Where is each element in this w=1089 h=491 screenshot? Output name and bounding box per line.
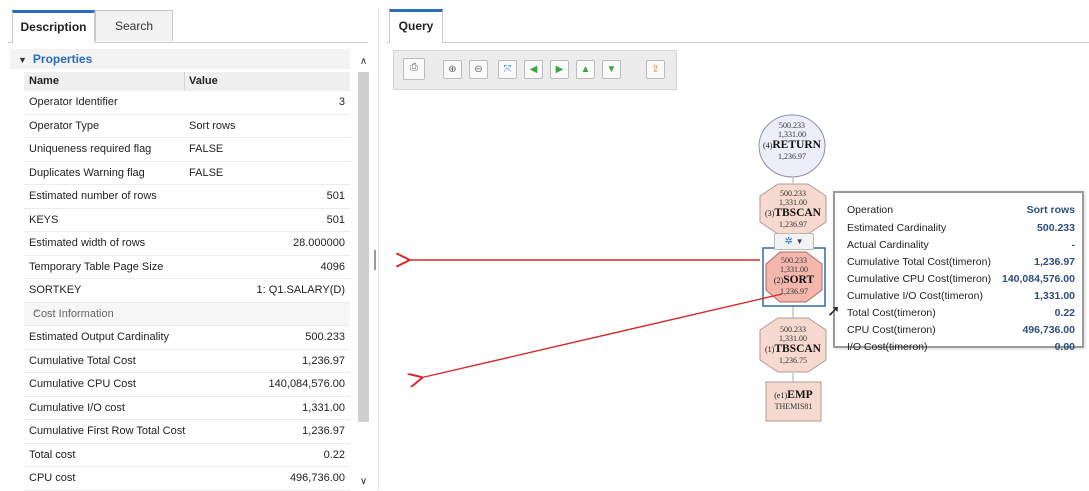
- annotation-arrow: [420, 293, 783, 378]
- gear-icon: ✲: [784, 236, 793, 247]
- node-tbscan-1-label: 500.233 1,331.00 (1)TBSCAN 1,236.75: [765, 325, 821, 365]
- tooltip-value: -: [1071, 239, 1076, 251]
- tooltip-row: I/O Cost(timeron) 0.00: [847, 341, 1075, 357]
- tooltip-label: CPU Cost(timeron): [847, 324, 936, 336]
- tooltip-row: Estimated Cardinality 500.233: [847, 222, 1075, 238]
- tooltip-value: 1,331.00: [1034, 290, 1075, 302]
- node-sort-label: 500.233 1,331.00 (2)SORT 1,236.97: [773, 256, 815, 296]
- node-actions-button[interactable]: ✲ ▼: [774, 233, 814, 250]
- tooltip-label: Actual Cardinality: [847, 239, 929, 251]
- tooltip-value: 1,236.97: [1034, 256, 1075, 268]
- tooltip-row: Cumulative Total Cost(timeron) 1,236.97: [847, 256, 1075, 272]
- tooltip-row: Cumulative I/O Cost(timeron) 1,331.00: [847, 290, 1075, 306]
- tooltip-label: Cumulative I/O Cost(timeron): [847, 290, 983, 302]
- tooltip-value: 496,736.00: [1022, 324, 1075, 336]
- tooltip-row: CPU Cost(timeron) 496,736.00: [847, 324, 1075, 340]
- tooltip-label: Total Cost(timeron): [847, 307, 936, 319]
- tooltip-row: Actual Cardinality -: [847, 239, 1075, 255]
- tooltip-row: Total Cost(timeron) 0.22: [847, 307, 1075, 323]
- tooltip-value: 500.233: [1037, 222, 1075, 234]
- tooltip-header: Operation Sort rows: [847, 204, 1075, 216]
- node-tbscan-3-label: 500.233 1,331.00 (3)TBSCAN 1,236.97: [765, 189, 821, 229]
- tooltip-label: Cumulative CPU Cost(timeron): [847, 273, 992, 285]
- tooltip-value: 0.00: [1054, 341, 1075, 353]
- tooltip-label: Estimated Cardinality: [847, 222, 947, 234]
- mouse-cursor-icon: ➚: [827, 303, 841, 320]
- operator-tooltip: Operation Sort rows Estimated Cardinalit…: [833, 191, 1084, 353]
- node-emp-label: (e1)EMP THEMIS81: [774, 389, 813, 411]
- tooltip-value: 0.22: [1054, 307, 1075, 319]
- tooltip-value: 140,084,576.00: [1002, 273, 1075, 285]
- tooltip-label: Cumulative Total Cost(timeron): [847, 256, 991, 268]
- tooltip-row: Cumulative CPU Cost(timeron) 140,084,576.…: [847, 273, 1075, 289]
- node-return-label: 500.233 1,331.00 (4)RETURN 1,236.97: [763, 121, 821, 161]
- tooltip-label: I/O Cost(timeron): [847, 341, 928, 353]
- chevron-down-icon: ▼: [795, 237, 804, 246]
